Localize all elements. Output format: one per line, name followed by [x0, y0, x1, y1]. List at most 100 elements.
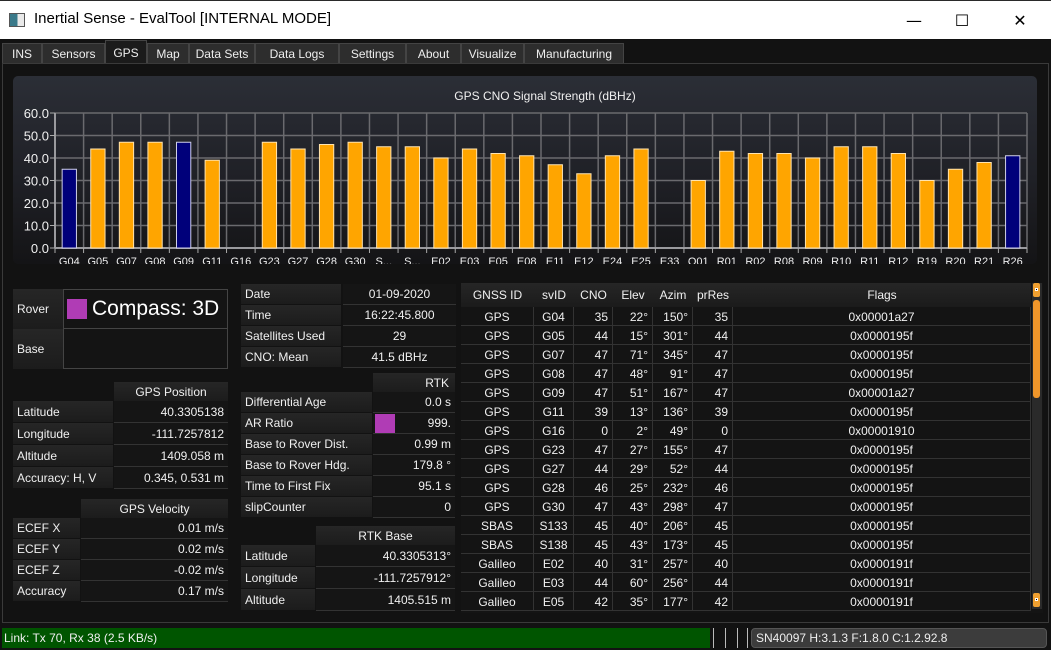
cell-svid: G16 — [534, 421, 574, 440]
cell-svid: G11 — [534, 402, 574, 421]
x-tick-label: S... — [376, 256, 393, 264]
cell-elev: 60° — [613, 573, 653, 592]
info-label: Date — [241, 284, 341, 304]
column-header-svid[interactable]: svID — [534, 283, 574, 307]
cell-flags: 0x0000191f — [733, 554, 1031, 573]
cell-gnss-id: GPS — [461, 421, 534, 440]
satellite-row[interactable]: GPS G23 47 27° 155° 47 0x0000195f — [461, 440, 1031, 459]
cell-gnss-id: GPS — [461, 478, 534, 497]
cell-svid: G05 — [534, 326, 574, 345]
satellite-row[interactable]: Galileo E02 40 31° 257° 40 0x0000191f — [461, 554, 1031, 573]
bar-r02 — [747, 153, 764, 249]
rtk-label: Base to Rover Hdg. — [241, 455, 372, 475]
cell-cno: 44 — [574, 459, 613, 478]
bar-r26 — [1005, 155, 1021, 249]
x-tick-label: E33 — [660, 256, 680, 264]
table-scrollbar[interactable] — [1032, 283, 1042, 609]
satellite-row[interactable]: GPS G05 44 15° 301° 44 0x0000195f — [461, 326, 1031, 345]
tab-about[interactable]: About — [406, 43, 461, 64]
cell-elev: 29° — [613, 459, 653, 478]
cell-flags: 0x0000195f — [733, 459, 1031, 478]
cell-gnss-id: GPS — [461, 383, 534, 402]
cell-gnss-id: GPS — [461, 440, 534, 459]
scroll-thumb[interactable] — [1033, 300, 1040, 398]
cell-svid: G09 — [534, 383, 574, 402]
bar-e24 — [604, 155, 621, 249]
tab-ins[interactable]: INS — [2, 43, 42, 64]
satellite-row[interactable]: SBAS S138 45 43° 173° 45 0x0000195f — [461, 535, 1031, 554]
x-tick-label: R01 — [717, 256, 737, 264]
satellite-row[interactable]: Galileo E03 44 60° 256° 44 0x0000191f — [461, 573, 1031, 592]
rtk-label: Base to Rover Dist. — [241, 434, 372, 454]
gps_position-value: -111.7257812 — [114, 423, 228, 445]
tab-map[interactable]: Map — [147, 43, 189, 64]
cell-gnss-id: Galileo — [461, 573, 534, 592]
column-header-cno[interactable]: CNO — [574, 283, 613, 307]
rtk_base-label: Longitude — [241, 567, 315, 588]
x-tick-label: G09 — [173, 256, 194, 264]
cell-elev: 35° — [613, 592, 653, 611]
bar-e03 — [461, 148, 478, 249]
tab-sensors[interactable]: Sensors — [42, 43, 105, 64]
tab-visualize[interactable]: Visualize — [461, 43, 524, 64]
column-header-flags[interactable]: Flags — [733, 283, 1031, 307]
satellite-row[interactable]: GPS G30 47 43° 298° 47 0x0000195f — [461, 497, 1031, 516]
rtk_base-label: Altitude — [241, 589, 315, 610]
bar-g28 — [318, 144, 335, 249]
cell-gnss-id: GPS — [461, 402, 534, 421]
satellite-row[interactable]: GPS G27 44 29° 52° 44 0x0000195f — [461, 459, 1031, 478]
info-label: Time — [241, 305, 341, 325]
satellite-row[interactable]: GPS G28 46 25° 232° 46 0x0000195f — [461, 478, 1031, 497]
tab-data-sets[interactable]: Data Sets — [189, 43, 255, 64]
cell-prres: 42 — [693, 592, 733, 611]
tab-data-logs[interactable]: Data Logs — [255, 43, 339, 64]
satellite-row[interactable]: GPS G16 0 2° 49° 0 0x00001910 — [461, 421, 1031, 440]
minimize-button[interactable]: — — [891, 1, 937, 40]
tab-settings[interactable]: Settings — [339, 43, 406, 64]
bar-g27 — [290, 148, 306, 249]
rtk_base-value: 40.3305313° — [316, 545, 455, 567]
cell-elev: 15° — [613, 326, 653, 345]
status-separator — [713, 628, 714, 648]
rtk-value: 999. — [373, 413, 455, 434]
cell-flags: 0x00001910 — [733, 421, 1031, 440]
satellite-row[interactable]: Galileo E05 42 35° 177° 42 0x0000191f — [461, 592, 1031, 611]
cno-chart: GPS CNO Signal Strength (dBHz) 0.0 10.0 20… — [13, 76, 1037, 264]
cell-flags: 0x0000195f — [733, 516, 1031, 535]
column-header-prres[interactable]: prRes — [693, 283, 733, 307]
tab-manufacturing[interactable]: Manufacturing — [524, 43, 624, 64]
satellite-row[interactable]: GPS G04 35 22° 150° 35 0x00001a27 — [461, 307, 1031, 326]
tab-bar: INS Sensors GPS Map Data Sets Data Logs … — [0, 40, 1051, 64]
cell-elev: 43° — [613, 497, 653, 516]
satellite-table[interactable]: GNSS ID svID CNO Elev Azim prRes Flags GPS G04 3… — [461, 283, 1043, 613]
x-tick-label: G11 — [202, 256, 222, 264]
cell-elev: 40° — [613, 516, 653, 535]
y-tick-label: 60.0 — [24, 106, 49, 121]
cell-elev: 51° — [613, 383, 653, 402]
satellite-row[interactable]: GPS G08 47 48° 91° 47 0x0000195f — [461, 364, 1031, 383]
close-button[interactable]: ✕ — [997, 1, 1043, 40]
column-header-azim[interactable]: Azim — [653, 283, 693, 307]
satellite-row[interactable]: GPS G07 47 71° 345° 47 0x0000195f — [461, 345, 1031, 364]
column-header-gnss-id[interactable]: GNSS ID — [461, 283, 534, 307]
gps_velocity-label: ECEF X — [13, 518, 80, 538]
x-tick-label: R08 — [774, 256, 794, 264]
scroll-up-button[interactable] — [1033, 283, 1040, 297]
bar-r01 — [719, 150, 735, 249]
cell-prres: 44 — [693, 573, 733, 592]
column-header-elev[interactable]: Elev — [613, 283, 653, 307]
cell-gnss-id: Galileo — [461, 592, 534, 611]
bar-e05 — [490, 153, 506, 249]
tab-gps[interactable]: GPS — [105, 40, 147, 64]
info-value: 41.5 dBHz — [343, 347, 456, 368]
scroll-down-button[interactable] — [1033, 593, 1040, 607]
satellite-row[interactable]: GPS G09 47 51° 167° 47 0x00001a27 — [461, 383, 1031, 402]
maximize-button[interactable]: ☐ — [939, 1, 985, 40]
cell-svid: G27 — [534, 459, 574, 478]
satellite-row[interactable]: SBAS S133 45 40° 206° 45 0x0000195f — [461, 516, 1031, 535]
cell-prres: 45 — [693, 535, 733, 554]
satellite-row[interactable]: GPS G11 39 13° 136° 39 0x0000195f — [461, 402, 1031, 421]
x-tick-label: Q01 — [688, 256, 709, 264]
cell-gnss-id: GPS — [461, 345, 534, 364]
cell-svid: G08 — [534, 364, 574, 383]
